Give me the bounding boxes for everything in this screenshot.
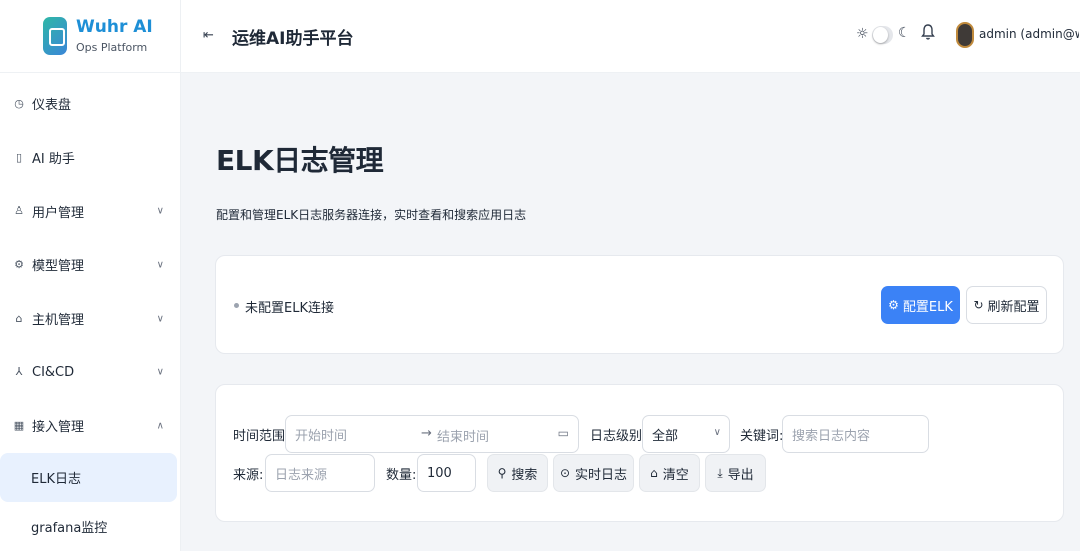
start-time-input[interactable]: 开始时间 [295, 425, 347, 444]
user-icon: ♙ [14, 204, 24, 218]
sidebar-item-integration[interactable]: ▦ 接入管理 ∧ [0, 399, 181, 453]
bell-icon[interactable] [921, 23, 935, 41]
play-circle-icon: ⊙ [559, 466, 571, 480]
gear-icon: ⚙ [888, 298, 899, 312]
sidebar-item-users[interactable]: ♙ 用户管理 ∨ [0, 184, 181, 238]
sidebar-item-label: AI 助手 [32, 152, 75, 168]
source-placeholder: 日志来源 [275, 467, 328, 483]
sidebar-item-label: CI&CD [32, 364, 75, 380]
avatar[interactable] [956, 22, 974, 48]
refresh-config-label: 刷新配置 [987, 299, 1040, 315]
brand-title: Wuhr AI [76, 17, 153, 37]
chevron-down-icon: ∨ [156, 313, 164, 325]
robot-icon: ▯ [15, 150, 23, 164]
sidebar-item-dashboard[interactable]: ◷ 仪表盘 [0, 77, 181, 131]
export-label: 导出 [727, 467, 754, 483]
quantity-input[interactable]: 100 [417, 454, 476, 492]
connection-status: 未配置ELK连接 [245, 301, 334, 316]
quantity-value: 100 [427, 465, 452, 481]
top-header: ⇤ 运维AI助手平台 ☼ ☾ admin (admin@w... [181, 0, 1080, 73]
export-button[interactable]: ⤓ 导出 [705, 454, 766, 492]
sidebar-subitem-label: grafana监控 [31, 520, 108, 536]
search-icon: ⚲ [497, 466, 507, 480]
sidebar-item-hosts[interactable]: ⌂ 主机管理 ∨ [0, 292, 181, 346]
clear-button[interactable]: ⌂ 清空 [639, 454, 700, 492]
sidebar-subitem-elk[interactable]: ELK日志 [0, 452, 177, 502]
sidebar-subitem-label: ELK日志 [31, 471, 81, 487]
source-label: 来源: [233, 468, 264, 483]
host-icon: ⌂ [15, 311, 23, 325]
brand[interactable]: Wuhr AI Ops Platform [0, 0, 180, 73]
refresh-config-button[interactable]: ↻ 刷新配置 [966, 286, 1047, 324]
integration-icon: ▦ [13, 418, 25, 432]
keyword-input[interactable]: 搜索日志内容 [782, 415, 929, 453]
menu-collapse-icon[interactable]: ⇤ [203, 28, 214, 43]
calendar-icon[interactable]: ▭ [558, 426, 569, 440]
chevron-down-icon: ∨ [156, 205, 164, 217]
sidebar-item-cicd[interactable]: ⅄ CI&CD ∨ [0, 345, 181, 399]
connection-card: 未配置ELK连接 ⚙ 配置ELK ↻ 刷新配置 [215, 255, 1064, 354]
app-logo-icon [43, 17, 67, 55]
user-menu[interactable]: admin (admin@w... [979, 27, 1079, 41]
realtime-label: 实时日志 [575, 467, 628, 483]
sidebar-subitem-grafana[interactable]: grafana监控 [0, 502, 177, 551]
sidebar-item-label: 用户管理 [32, 205, 85, 221]
realtime-log-button[interactable]: ⊙ 实时日志 [553, 454, 634, 492]
download-icon: ⤓ [717, 465, 723, 480]
app-title: 运维AI助手平台 [232, 29, 354, 49]
end-time-input[interactable]: 结束时间 [437, 426, 489, 445]
filter-card: 时间范围: 开始时间 → 结束时间 ▭ 日志级别: 全部 ∨ 关键词: 搜索日志… [215, 384, 1064, 522]
configure-elk-label: 配置ELK [902, 299, 953, 315]
sidebar-item-label: 模型管理 [32, 259, 85, 275]
sidebar-item-label: 仪表盘 [32, 98, 72, 114]
broom-icon: ⌂ [650, 466, 658, 480]
quantity-label: 数量: [386, 468, 417, 483]
pipeline-icon: ⅄ [15, 365, 23, 379]
status-dot-icon [234, 303, 239, 308]
source-input[interactable]: 日志来源 [265, 454, 375, 492]
chevron-down-icon: ∨ [713, 427, 721, 438]
clear-label: 清空 [662, 467, 689, 483]
sun-icon: ☼ [856, 26, 869, 42]
chevron-up-icon: ∧ [156, 420, 164, 432]
page-subtitle: 配置和管理ELK日志服务器连接，实时查看和搜索应用日志 [216, 208, 527, 222]
page-title: ELK日志管理 [216, 144, 384, 177]
keyword-placeholder: 搜索日志内容 [792, 428, 871, 444]
theme-toggle[interactable] [872, 26, 893, 44]
search-button[interactable]: ⚲ 搜索 [487, 454, 548, 492]
sidebar: Wuhr AI Ops Platform ◷ 仪表盘 ▯ AI 助手 ♙ 用户管… [0, 0, 181, 551]
log-level-value: 全部 [652, 428, 679, 444]
moon-icon: ☾ [898, 25, 911, 41]
search-label: 搜索 [511, 467, 538, 483]
dashboard-icon: ◷ [14, 96, 24, 110]
sidebar-item-models[interactable]: ⚙ 模型管理 ∨ [0, 238, 181, 292]
arrow-right-icon: → [421, 426, 432, 441]
chevron-down-icon: ∨ [156, 366, 164, 378]
log-level-select[interactable]: 全部 ∨ [642, 415, 730, 453]
chevron-down-icon: ∨ [156, 259, 164, 271]
sidebar-nav: ◷ 仪表盘 ▯ AI 助手 ♙ 用户管理 ∨ ⚙ 模型管理 ∨ ⌂ 主机管理 ∨… [0, 77, 181, 551]
keyword-label: 关键词: [740, 429, 784, 444]
refresh-icon: ↻ [973, 298, 984, 312]
sidebar-item-label: 接入管理 [32, 420, 85, 436]
sidebar-item-ai-assistant[interactable]: ▯ AI 助手 [0, 131, 181, 185]
configure-elk-button[interactable]: ⚙ 配置ELK [881, 286, 960, 324]
main-content: ELK日志管理 配置和管理ELK日志服务器连接，实时查看和搜索应用日志 未配置E… [181, 73, 1080, 551]
brand-subtitle: Ops Platform [76, 41, 148, 54]
time-range-label: 时间范围: [233, 429, 290, 444]
log-level-label: 日志级别: [590, 429, 647, 444]
model-icon: ⚙ [14, 257, 24, 271]
sidebar-item-label: 主机管理 [32, 313, 85, 329]
time-range-picker[interactable]: 开始时间 → 结束时间 ▭ [285, 415, 579, 453]
